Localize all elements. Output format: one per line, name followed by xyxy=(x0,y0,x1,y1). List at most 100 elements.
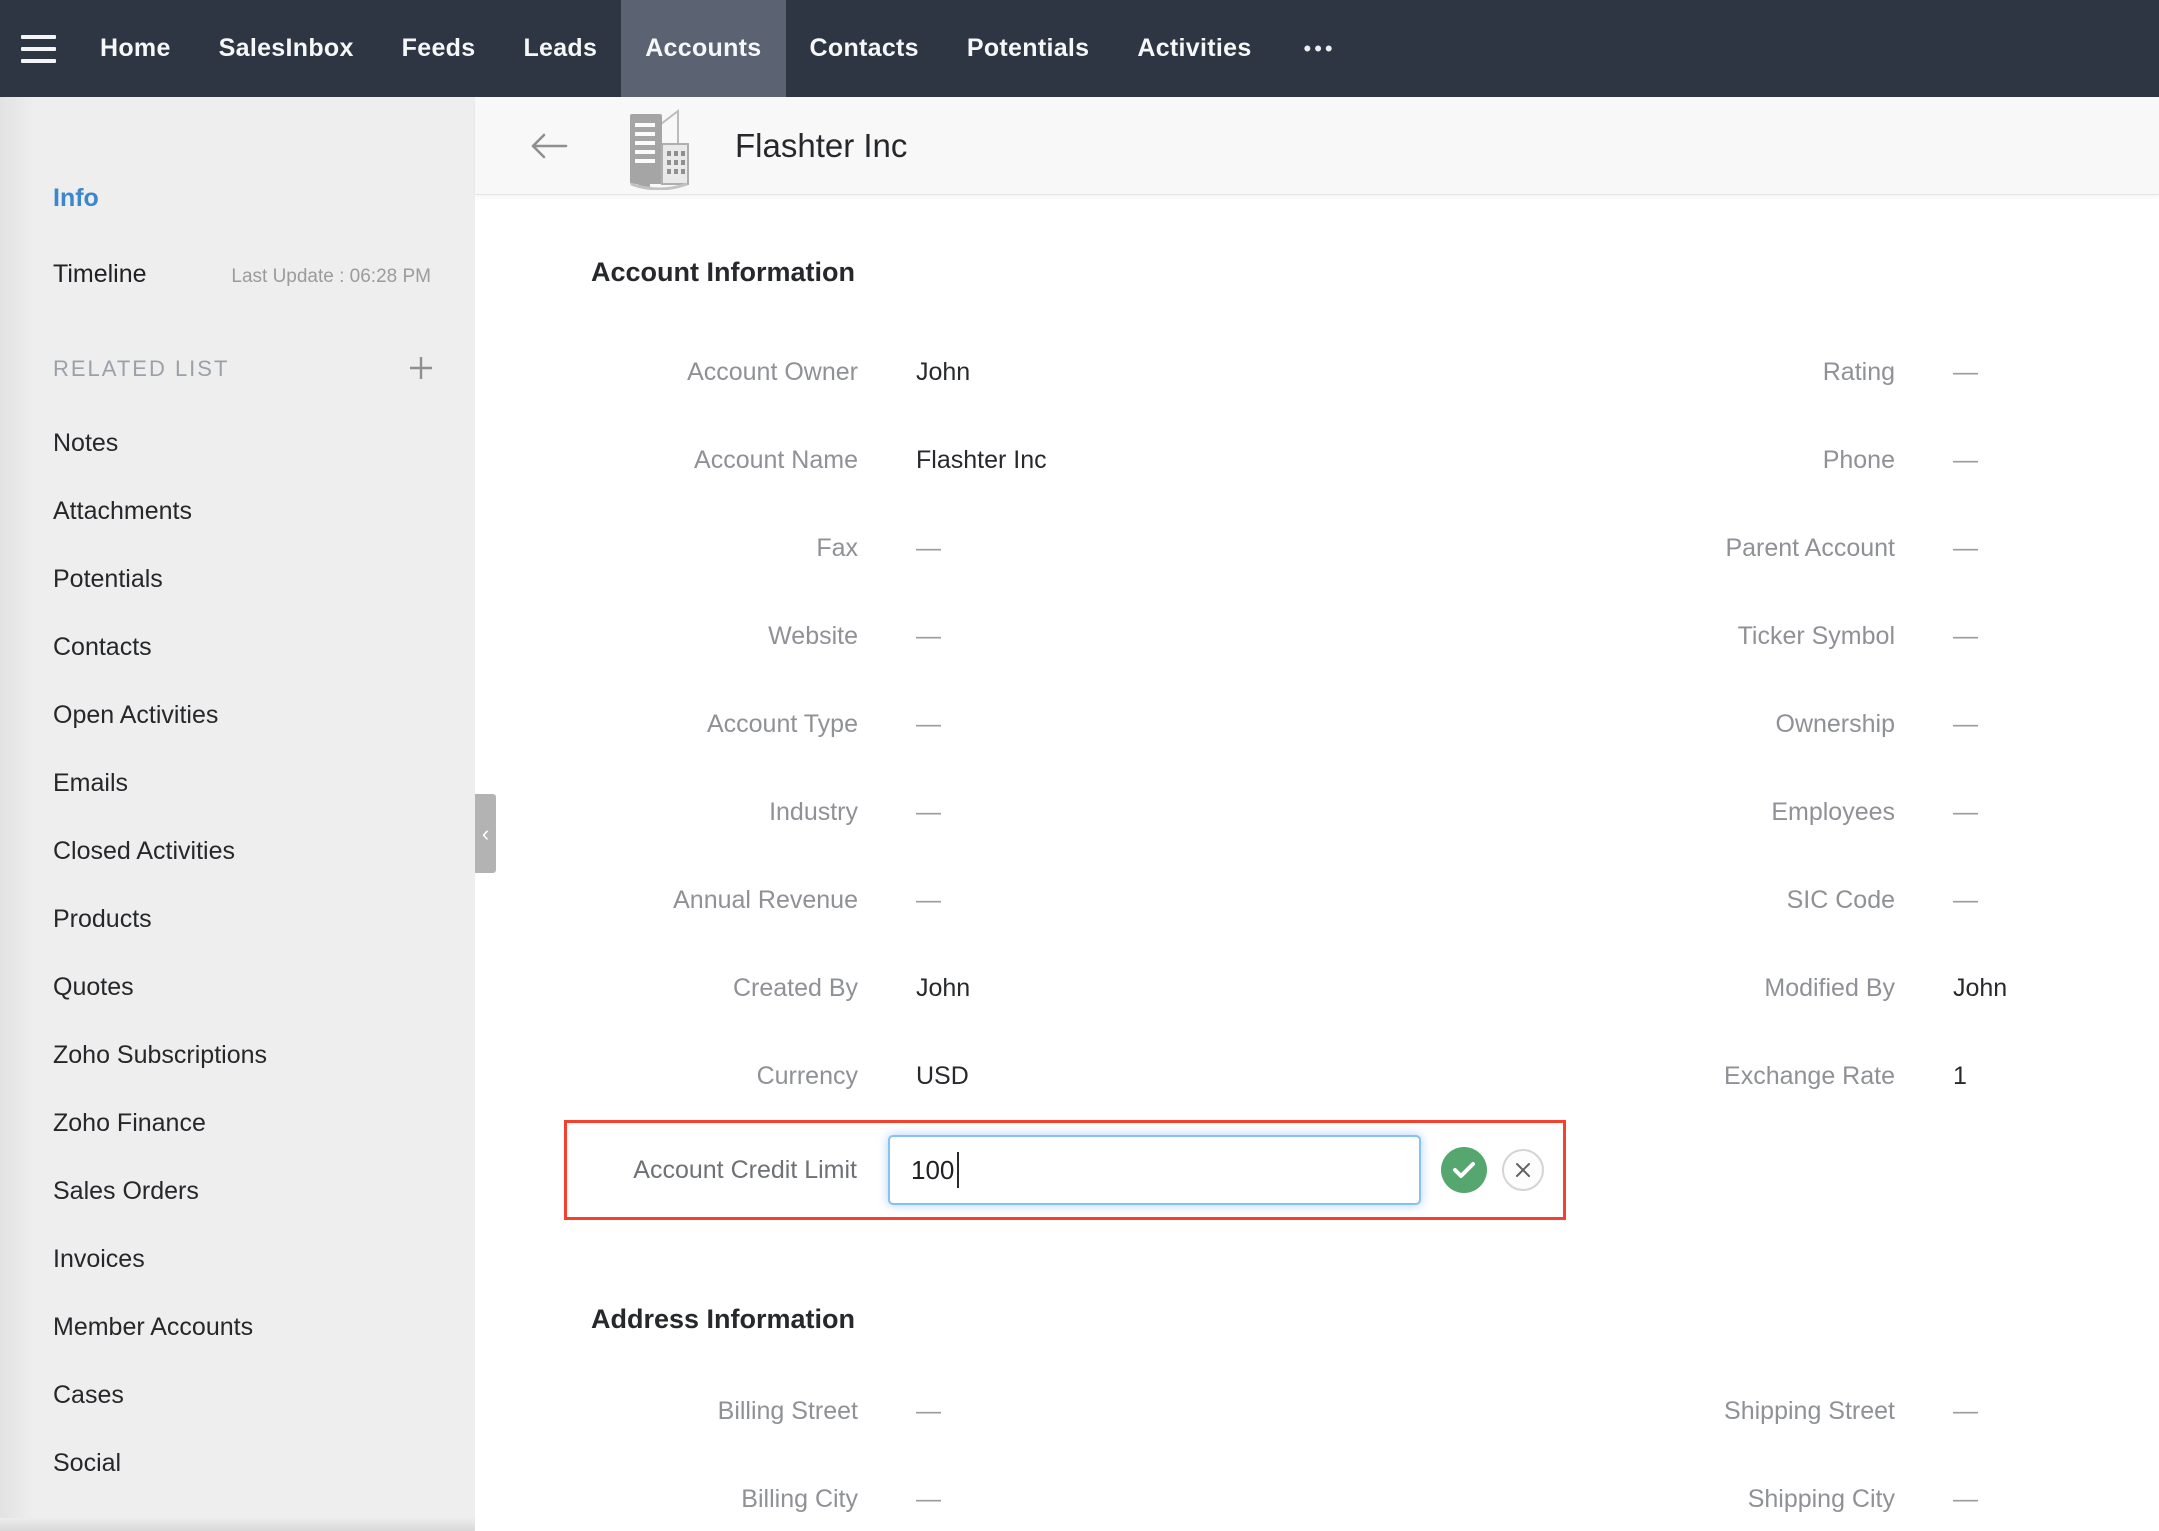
sidebar-item-social[interactable]: Social xyxy=(0,1429,475,1497)
timeline-last-update: Last Update : 06:28 PM xyxy=(231,261,431,292)
sidebar-item-sales-orders[interactable]: Sales Orders xyxy=(0,1157,475,1225)
address-information-fields: Billing Street— Billing City— Shipping S… xyxy=(591,1367,2159,1531)
field-value[interactable]: — xyxy=(916,622,941,651)
sidebar-item-timeline[interactable]: Timeline Last Update : 06:28 PM xyxy=(53,259,431,292)
sidebar-item-cases[interactable]: Cases xyxy=(0,1361,475,1429)
field-value[interactable]: — xyxy=(916,534,941,563)
field-row: Employees— xyxy=(1375,768,2159,856)
field-value[interactable]: — xyxy=(916,710,941,739)
field-label: Parent Account xyxy=(1375,534,1895,563)
sidebar-item-emails[interactable]: Emails xyxy=(0,749,475,817)
building-icon xyxy=(621,102,691,190)
field-label: Modified By xyxy=(1375,974,1895,1003)
field-label: Account Name xyxy=(591,446,858,475)
nav-tab-home[interactable]: Home xyxy=(76,0,195,97)
field-row: Fax— xyxy=(591,504,1375,592)
field-row: Account Type — xyxy=(591,680,1375,768)
plus-icon xyxy=(407,354,435,382)
field-value[interactable]: — xyxy=(1953,798,1978,827)
sidebar-item-info[interactable]: Info xyxy=(53,183,475,214)
nav-tab-potentials[interactable]: Potentials xyxy=(943,0,1113,97)
field-label: Industry xyxy=(591,798,858,827)
field-row: Shipping City — xyxy=(1375,1455,2159,1531)
field-value[interactable]: — xyxy=(916,1397,941,1426)
field-label: Phone xyxy=(1375,446,1895,475)
field-label: Account Type xyxy=(591,710,858,739)
field-row: Website— xyxy=(591,592,1375,680)
back-button[interactable] xyxy=(529,132,569,160)
more-tabs-icon[interactable]: ••• xyxy=(1276,0,1364,97)
field-value[interactable]: John xyxy=(916,974,970,1003)
nav-tab-contacts[interactable]: Contacts xyxy=(786,0,943,97)
section-title-account-information: Account Information xyxy=(591,257,2159,288)
field-row: Rating — xyxy=(1375,328,2159,416)
confirm-button[interactable] xyxy=(1441,1147,1487,1193)
sidebar-item-open-activities[interactable]: Open Activities xyxy=(0,681,475,749)
related-list: Notes Attachments Potentials Contacts Op… xyxy=(0,409,475,1497)
main-panel: Flashter Inc Account Information Account… xyxy=(475,97,2159,1531)
field-value[interactable]: — xyxy=(916,886,941,915)
field-value[interactable]: — xyxy=(1953,1397,1978,1426)
sidebar-item-attachments[interactable]: Attachments xyxy=(0,477,475,545)
field-value[interactable]: USD xyxy=(916,1062,969,1091)
sidebar-item-notes[interactable]: Notes xyxy=(0,409,475,477)
sidebar-item-potentials[interactable]: Potentials xyxy=(0,545,475,613)
field-row: Ownership— xyxy=(1375,680,2159,768)
field-row: Shipping Street — xyxy=(1375,1367,2159,1455)
record-header: Flashter Inc xyxy=(475,97,2159,195)
nav-tab-accounts[interactable]: Accounts xyxy=(621,0,785,97)
close-icon xyxy=(1514,1161,1532,1179)
nav-tab-activities[interactable]: Activities xyxy=(1113,0,1275,97)
field-label: Ticker Symbol xyxy=(1375,622,1895,651)
field-row: Currency USD xyxy=(591,1032,1375,1120)
field-label: Rating xyxy=(1375,358,1895,387)
field-value[interactable]: John xyxy=(1953,974,2007,1003)
field-label: Currency xyxy=(591,1062,858,1091)
top-navbar: Home SalesInbox Feeds Leads Accounts Con… xyxy=(0,0,2159,97)
field-value[interactable]: — xyxy=(916,798,941,827)
add-related-list-button[interactable] xyxy=(407,354,435,382)
field-value[interactable]: — xyxy=(1953,886,1978,915)
sidebar-item-closed-activities[interactable]: Closed Activities xyxy=(0,817,475,885)
field-label: Shipping Street xyxy=(1375,1397,1895,1426)
nav-tab-leads[interactable]: Leads xyxy=(499,0,621,97)
account-credit-limit-label: Account Credit Limit xyxy=(567,1156,857,1185)
account-credit-limit-input[interactable]: 100 xyxy=(888,1135,1421,1205)
sidebar-item-zoho-subscriptions[interactable]: Zoho Subscriptions xyxy=(0,1021,475,1089)
field-row: Account Name Flashter Inc xyxy=(591,416,1375,504)
menu-icon[interactable] xyxy=(0,0,76,97)
field-row: Modified By John xyxy=(1375,944,2159,1032)
sidebar-item-invoices[interactable]: Invoices xyxy=(0,1225,475,1293)
sidebar-item-zoho-finance[interactable]: Zoho Finance xyxy=(0,1089,475,1157)
sidebar-collapse-handle[interactable]: ‹ xyxy=(475,794,496,873)
field-row: Created ByJohn xyxy=(591,944,1375,1032)
sidebar-item-quotes[interactable]: Quotes xyxy=(0,953,475,1021)
nav-tab-salesinbox[interactable]: SalesInbox xyxy=(195,0,378,97)
field-value[interactable]: — xyxy=(1953,446,1978,475)
field-value[interactable]: — xyxy=(1953,358,1978,387)
field-label: SIC Code xyxy=(1375,886,1895,915)
sidebar-item-member-accounts[interactable]: Member Accounts xyxy=(0,1293,475,1361)
field-label: Annual Revenue xyxy=(591,886,858,915)
field-value[interactable]: — xyxy=(1953,622,1978,651)
sidebar: Info Timeline Last Update : 06:28 PM REL… xyxy=(0,97,475,1531)
sidebar-bottom-edge xyxy=(0,1518,475,1531)
field-value[interactable]: John xyxy=(916,358,970,387)
field-value[interactable]: — xyxy=(1953,534,1978,563)
page-title: Flashter Inc xyxy=(735,127,907,165)
field-row: SIC Code — xyxy=(1375,856,2159,944)
field-row: Annual Revenue — xyxy=(591,856,1375,944)
field-value[interactable]: — xyxy=(916,1485,941,1514)
account-credit-limit-value: 100 xyxy=(911,1155,954,1186)
sidebar-item-contacts[interactable]: Contacts xyxy=(0,613,475,681)
cancel-button[interactable] xyxy=(1502,1149,1544,1191)
field-value[interactable]: 1 xyxy=(1953,1062,1967,1091)
field-label: Shipping City xyxy=(1375,1485,1895,1514)
field-value[interactable]: — xyxy=(1953,1485,1978,1514)
field-value[interactable]: Flashter Inc xyxy=(916,446,1047,475)
sidebar-item-products[interactable]: Products xyxy=(0,885,475,953)
field-value[interactable]: — xyxy=(1953,710,1978,739)
nav-tab-feeds[interactable]: Feeds xyxy=(378,0,500,97)
field-row: Parent Account — xyxy=(1375,504,2159,592)
field-row: Account OwnerJohn xyxy=(591,328,1375,416)
